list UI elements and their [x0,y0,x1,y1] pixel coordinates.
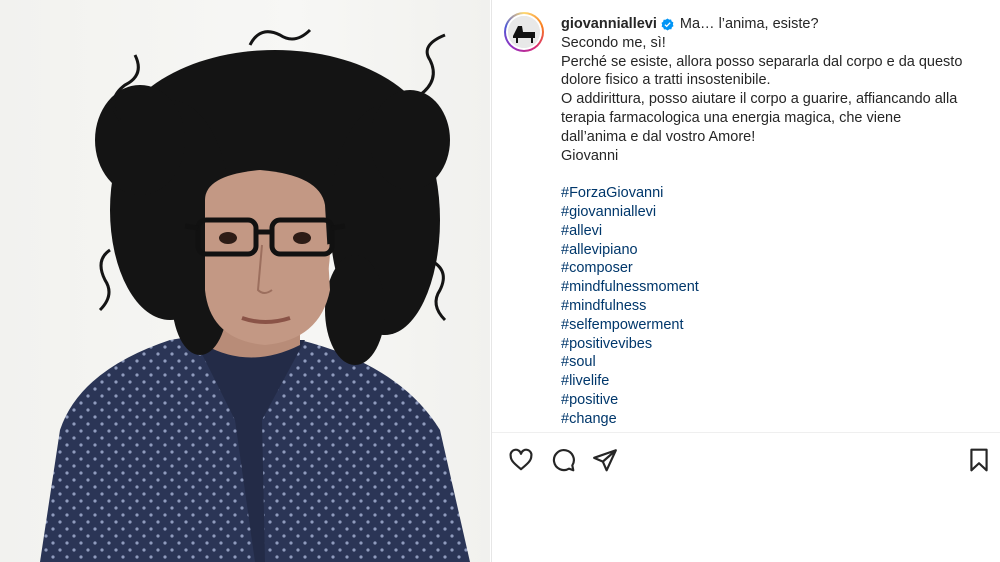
hashtag-link[interactable]: #mindfulnessmoment [561,278,986,297]
heart-icon[interactable] [508,447,534,473]
caption-line: dall’anima e dal vostro Amore! [561,128,756,145]
post-caption: giovanniallevi Ma… l’anima, esiste? Seco… [561,15,986,429]
piano-icon [508,16,540,48]
avatar[interactable] [504,12,544,52]
hashtag-link[interactable]: #positive [561,391,986,410]
actions-divider [492,432,1000,433]
caption-title: Ma… l’anima, esiste? [679,16,819,32]
hashtag-link[interactable]: #selfempowerment [561,316,986,335]
caption-header: giovanniallevi Ma… l’anima, esiste? [561,15,986,34]
bookmark-icon[interactable] [966,447,992,473]
hashtag-link[interactable]: #giovanniallevi [561,203,986,222]
post-panel: giovanniallevi Ma… l’anima, esiste? Seco… [491,0,1000,562]
hashtag-link[interactable]: #ForzaGiovanni [561,184,986,203]
avatar-frame [506,14,542,50]
avatar-image [508,16,540,48]
portrait-illustration [40,28,470,562]
username[interactable]: giovanniallevi [561,15,657,34]
hashtag-link[interactable]: #mindfulness [561,297,986,316]
hashtag-link[interactable]: #livelife [561,372,986,391]
hashtag-link[interactable]: #soul [561,353,986,372]
hashtag-link[interactable]: #composer [561,259,986,278]
caption-line: Perché se esiste, allora posso separarla… [561,53,963,70]
post-actions [508,447,994,473]
hashtag-link[interactable]: #change [561,410,986,429]
caption-line: dolore fisico a tratti insostenibile. [561,72,771,89]
share-icon[interactable] [592,447,618,473]
hashtag-link[interactable]: #allevi [561,222,986,241]
post-photo[interactable] [0,0,490,562]
hashtag-link[interactable]: #positivevibes [561,335,986,354]
verified-badge-icon [661,18,674,31]
caption-signature: Giovanni [561,147,619,164]
caption-line: terapia farmacologica una energia magica… [561,109,902,126]
hashtag-link[interactable]: #allevipiano [561,241,986,260]
comment-icon[interactable] [550,447,576,473]
caption-line: Secondo me, sì! [561,34,666,51]
caption-line: O addirittura, posso aiutare il corpo a … [561,91,958,108]
